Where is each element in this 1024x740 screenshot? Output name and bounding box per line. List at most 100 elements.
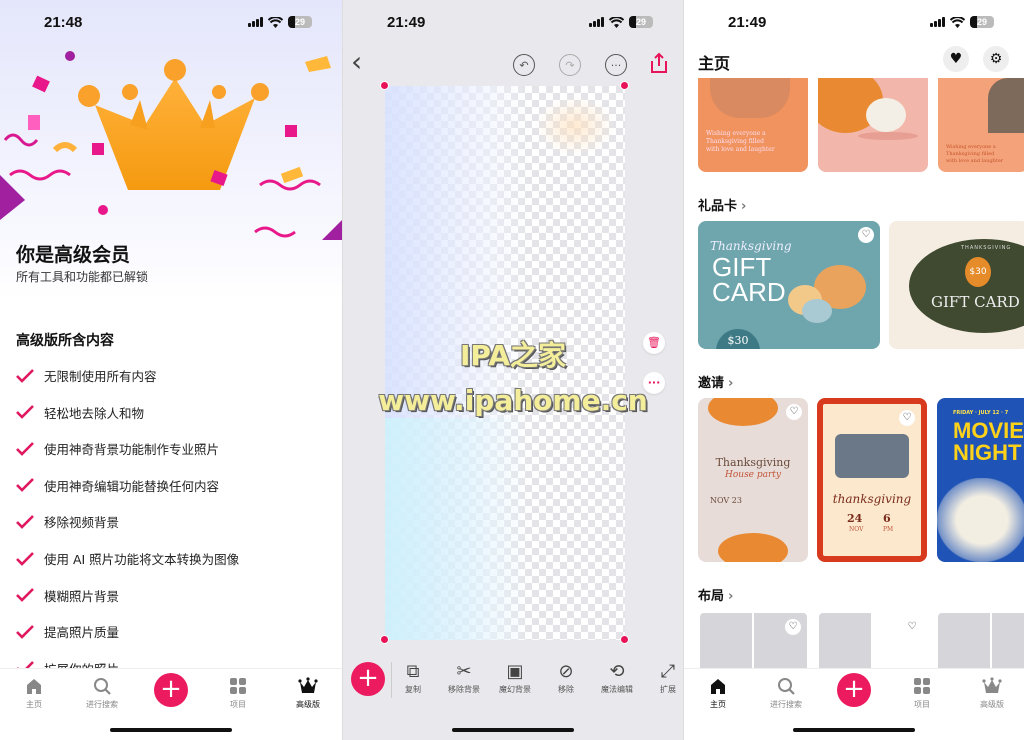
settings-button[interactable]: ⚙: [983, 46, 1009, 72]
home-icon: [4, 675, 64, 697]
tab-crown[interactable]: 高级版: [278, 675, 338, 710]
tool-duplicate[interactable]: ⧉ 复制: [385, 660, 441, 695]
photo-thumbnail: [988, 78, 1024, 133]
battery-icon: 29: [629, 16, 653, 28]
tab-label: 高级版: [296, 700, 320, 709]
tool-image-sparkle[interactable]: ▣ 魔幻背景: [487, 660, 543, 695]
favorite-button[interactable]: ♡: [786, 404, 802, 420]
premium-subtitle: 所有工具和功能都已解锁: [16, 270, 149, 284]
gift-card-template[interactable]: Thanksgiving GIFT CARD $30 ♡: [698, 221, 880, 349]
crown-icon: [962, 675, 1022, 697]
bandage-icon: ⊘: [558, 661, 574, 682]
create-button[interactable]: +: [154, 673, 188, 707]
feature-item: 使用 AI 照片功能将文本转换为图像: [16, 549, 239, 568]
status-bar: 21:48 29: [0, 0, 342, 44]
signal-icon: [589, 17, 604, 27]
favorite-button[interactable]: ♡: [904, 619, 920, 635]
card-text: THANKSGIVING: [961, 245, 1012, 251]
battery-icon: 29: [970, 16, 994, 28]
card-text: GIFT CARD: [712, 252, 786, 307]
grid-icon: [892, 675, 952, 697]
undo-button[interactable]: ↶: [513, 54, 535, 76]
feature-item: 使用神奇编辑功能替换任何内容: [16, 476, 219, 495]
resize-handle-bottom-left[interactable]: [380, 635, 389, 644]
feature-label: 移除视频背景: [44, 515, 120, 531]
section-header-layouts[interactable]: 布局 ›: [698, 585, 733, 604]
template-card[interactable]: [818, 78, 928, 172]
tool-bandage[interactable]: ⊘ 移除: [538, 660, 594, 695]
card-text: PM: [883, 526, 894, 533]
layout-template[interactable]: [938, 613, 1024, 673]
chevron-right-icon: ›: [728, 589, 734, 604]
favorite-button[interactable]: ♡: [785, 619, 801, 635]
tool-scissors[interactable]: ✂ 移除背景: [436, 660, 492, 695]
checkmark-icon: [16, 441, 34, 456]
photo-thumbnail: [835, 434, 909, 478]
checkmark-icon: [16, 368, 34, 383]
home-indicator: [452, 728, 574, 732]
tool-label: 复制: [405, 685, 421, 694]
back-button[interactable]: ‹: [351, 48, 362, 76]
favorite-button[interactable]: ♡: [899, 410, 915, 426]
wifi-icon: [268, 16, 283, 28]
status-time: 21:49: [728, 14, 767, 31]
tab-home[interactable]: 主页: [688, 675, 748, 710]
watermark-url: www.ipahome.cn: [378, 384, 648, 417]
feature-item: 提高照片质量: [16, 622, 119, 641]
template-card[interactable]: Wishing everyone a Thanksgiving filled w…: [698, 78, 808, 172]
tab-grid[interactable]: 项目: [892, 675, 952, 710]
tab-crown[interactable]: 高级版: [962, 675, 1022, 710]
invitation-template[interactable]: FRIDAY · JULY 12 · 7 MOVIE NIGHT: [937, 398, 1024, 562]
checkmark-icon: [16, 624, 34, 639]
redo-button[interactable]: ↷: [559, 54, 581, 76]
tool-magic-edit[interactable]: ⟲ 魔法编辑: [589, 660, 645, 695]
image-sparkle-icon: ▣: [506, 661, 524, 682]
tab-label: 主页: [26, 700, 42, 709]
checkmark-icon: [16, 405, 34, 419]
template-card[interactable]: Wishing everyone a Thanksgiving filled w…: [938, 78, 1024, 172]
tab-grid[interactable]: 项目: [208, 675, 268, 710]
home-screen: 21:49 29 主页 ♥ ⚙ Wishing everyone a Thank…: [684, 0, 1024, 740]
invitation-template[interactable]: thanksgiving 24 NOV 6 PM ♡: [817, 398, 927, 562]
invitation-template[interactable]: Thanksgiving House party NOV 23 ♡: [698, 398, 808, 562]
tab-label: 进行搜索: [770, 700, 802, 709]
card-text: NOV 23: [710, 496, 742, 505]
tab-search[interactable]: 进行搜索: [756, 675, 816, 710]
layout-template[interactable]: ♡: [700, 613, 807, 673]
feature-label: 模糊照片背景: [44, 588, 120, 604]
tool-label: 魔法编辑: [601, 685, 633, 694]
share-icon: [651, 52, 667, 73]
wifi-icon: [950, 16, 965, 28]
more-icon: ···: [610, 58, 622, 72]
tool-label: 扩展: [660, 685, 676, 694]
section-header-invitations[interactable]: 邀请 ›: [698, 372, 733, 391]
layout-template[interactable]: ♡: [819, 613, 926, 673]
tab-label: 项目: [230, 700, 246, 709]
add-button[interactable]: +: [351, 662, 385, 696]
feature-item: 使用神奇背景功能制作专业照片: [16, 439, 219, 458]
tool-expand[interactable]: ⤢ 扩展: [640, 660, 683, 695]
pumpkin-image: [802, 299, 832, 323]
editor-screen: 21:49 29 ‹ ↶ ↷ ··· 🗑 ··· IPA之家 www.ipaho…: [342, 0, 684, 740]
tab-search[interactable]: 进行搜索: [72, 675, 132, 710]
status-time: 21:48: [44, 14, 83, 31]
duplicate-icon: ⧉: [406, 661, 420, 682]
feature-item: 轻松地去除人和物: [16, 403, 144, 422]
favorite-button[interactable]: ♡: [858, 227, 874, 243]
card-text: House party: [725, 470, 781, 480]
resize-handle-top-left[interactable]: [380, 81, 389, 90]
premium-screen: 21:48 29 你是高级会员 所有工具和功能都已解锁 高级版所含内容 无限制使…: [0, 0, 342, 740]
card-text: Wishing everyone a Thanksgiving filled w…: [706, 130, 775, 153]
home-icon: [688, 675, 748, 697]
favorites-button[interactable]: ♥: [943, 46, 969, 72]
resize-handle-bottom-right[interactable]: [620, 635, 629, 644]
chevron-right-icon: ›: [741, 199, 747, 214]
tab-home[interactable]: 主页: [4, 675, 64, 710]
resize-handle-top-right[interactable]: [620, 81, 629, 90]
gift-card-template[interactable]: THANKSGIVING $30 GIFT CARD: [889, 221, 1024, 349]
more-button[interactable]: ···: [605, 54, 627, 76]
grid-icon: [208, 675, 268, 697]
section-header-gift-cards[interactable]: 礼品卡 ›: [698, 195, 746, 214]
create-button[interactable]: +: [837, 673, 871, 707]
share-button[interactable]: [649, 52, 669, 78]
